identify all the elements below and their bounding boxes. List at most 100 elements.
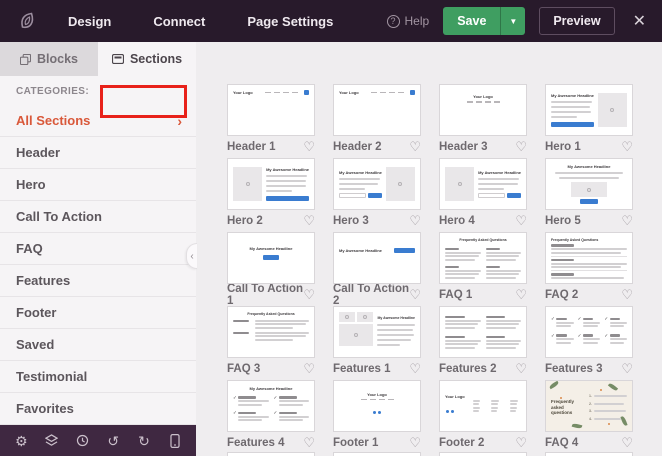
section-label: Hero 1 [545,141,581,153]
favorite-heart-icon[interactable]: ♡ [303,214,315,227]
topbar: Design Connect Page Settings ? Help Save ▼… [0,0,662,42]
mobile-preview-icon[interactable] [165,431,185,451]
sidebar-item-all-sections[interactable]: All Sections› [0,105,196,137]
settings-icon[interactable]: ⚙ [11,431,31,451]
category-label: Testimonial [16,369,87,384]
section-thumbnail-hero-1[interactable]: My Awesome Headline [545,84,633,136]
chevron-down-icon: ▼ [509,17,517,26]
tab-blocks-label: Blocks [37,52,78,66]
section-thumbnail-footer-1[interactable]: Your Logo [333,380,421,432]
favorite-heart-icon[interactable]: ♡ [303,436,315,449]
section-thumbnail-features-3[interactable]: ✓✓✓✓✓✓ [545,306,633,358]
section-label: Footer 2 [439,437,484,449]
section-item-header-2: Your Logo Header 2 ♡ [333,84,421,153]
section-thumbnail-faq-3[interactable]: Frequently Asked Questions [227,306,315,358]
section-thumbnail-call-to-action-2[interactable]: My Awesome Headline [333,232,421,284]
category-label: Call To Action [16,209,102,224]
section-library: Your Logo Header 1 ♡ Your Logo Header 2 … [196,42,662,456]
undo-icon[interactable]: ↺ [103,431,123,451]
favorite-heart-icon[interactable]: ♡ [621,140,633,153]
favorite-heart-icon[interactable]: ♡ [515,140,527,153]
builder-toolbar: ⚙ ↺ ↻ [0,425,196,456]
topnav-connect[interactable]: Connect [153,14,205,29]
favorite-heart-icon[interactable]: ♡ [621,362,633,375]
tab-sections-label: Sections [130,52,182,66]
save-dropdown-button[interactable]: ▼ [500,7,525,35]
category-label: All Sections [16,113,90,128]
favorite-heart-icon[interactable]: ♡ [515,214,527,227]
section-thumbnail-hero-5[interactable]: My Awesome Headline [545,158,633,210]
sidebar-item-testimonial[interactable]: Testimonial [0,361,196,393]
favorite-heart-icon[interactable]: ♡ [409,288,421,301]
category-label: Hero [16,177,46,192]
favorite-heart-icon[interactable]: ♡ [409,436,421,449]
section-label: Features 3 [545,363,603,375]
section-item-features-4: My Awesome Headline ✓✓✓✓ Features 4 ♡ [227,380,315,449]
section-label: Call To Action 2 [333,283,409,307]
layers-icon[interactable] [42,431,62,451]
topnav-design[interactable]: Design [68,14,111,29]
save-button[interactable]: Save [443,7,500,35]
categories-heading: CATEGORIES: [0,86,196,105]
topnav-page-settings[interactable]: Page Settings [247,14,333,29]
section-item-faq-2: Frequently Asked Questions FAQ 2 ♡ [545,232,633,301]
sidebar-item-call-to-action[interactable]: Call To Action [0,201,196,233]
tab-blocks[interactable]: Blocks [0,42,98,76]
favorite-heart-icon[interactable]: ♡ [621,288,633,301]
next-row-card-sliver [227,452,662,456]
section-label: Header 1 [227,141,276,153]
section-thumbnail-hero-2[interactable]: My Awesome Headline [227,158,315,210]
section-thumbnail-faq-4[interactable]: Frequently asked questions 1. 2. 3. 4. [545,380,633,432]
category-label: Saved [16,337,54,352]
section-label: Hero 4 [439,215,475,227]
tab-sections[interactable]: Sections [98,42,196,76]
section-item-call-to-action-1: My Awesome Headline Call To Action 1 ♡ [227,232,315,301]
favorite-heart-icon[interactable]: ♡ [409,140,421,153]
sidebar-collapse-handle[interactable]: ‹ [186,243,197,269]
section-thumbnail-hero-4[interactable]: My Awesome Headline [439,158,527,210]
sidebar-item-footer[interactable]: Footer [0,297,196,329]
favorite-heart-icon[interactable]: ♡ [409,362,421,375]
favorite-heart-icon[interactable]: ♡ [409,214,421,227]
category-label: Header [16,145,60,160]
sidebar-item-faq[interactable]: FAQ [0,233,196,265]
favorite-heart-icon[interactable]: ♡ [515,362,527,375]
section-thumbnail-features-1[interactable]: My Awesome Headline [333,306,421,358]
revision-history-icon[interactable] [73,431,93,451]
section-thumbnail-footer-2[interactable]: Your Logo [439,380,527,432]
section-thumbnail-features-2[interactable] [439,306,527,358]
section-thumbnail-header-1[interactable]: Your Logo [227,84,315,136]
section-thumbnail-header-3[interactable]: Your Logo [439,84,527,136]
workarea: Blocks Sections CATEGORIES: All Sections… [0,42,662,456]
section-thumbnail-features-4[interactable]: My Awesome Headline ✓✓✓✓ [227,380,315,432]
help-button[interactable]: ? Help [387,14,430,28]
section-item-hero-4: My Awesome Headline Hero 4 ♡ [439,158,527,227]
preview-button[interactable]: Preview [539,7,614,35]
topbar-actions: ? Help Save ▼ Preview ✕ [387,7,650,35]
section-thumbnail-faq-2[interactable]: Frequently Asked Questions [545,232,633,284]
section-item-hero-3: My Awesome Headline Hero 3 ♡ [333,158,421,227]
favorite-heart-icon[interactable]: ♡ [515,288,527,301]
favorite-heart-icon[interactable]: ♡ [303,288,315,301]
section-thumbnail-header-2[interactable]: Your Logo [333,84,421,136]
favorite-heart-icon[interactable]: ♡ [621,214,633,227]
section-thumbnail-faq-1[interactable]: Frequently Asked Questions [439,232,527,284]
favorite-heart-icon[interactable]: ♡ [303,362,315,375]
sidebar-item-hero[interactable]: Hero [0,169,196,201]
redo-icon[interactable]: ↻ [134,431,154,451]
sidebar-item-features[interactable]: Features [0,265,196,297]
section-item-hero-1: My Awesome Headline Hero 1 ♡ [545,84,633,153]
sidebar-item-favorites[interactable]: Favorites [0,393,196,425]
section-thumbnail-call-to-action-1[interactable]: My Awesome Headline [227,232,315,284]
favorite-heart-icon[interactable]: ♡ [303,140,315,153]
sidebar-item-saved[interactable]: Saved [0,329,196,361]
section-item-header-3: Your Logo Header 3 ♡ [439,84,527,153]
category-label: Features [16,273,70,288]
section-thumbnail-hero-3[interactable]: My Awesome Headline [333,158,421,210]
favorite-heart-icon[interactable]: ♡ [515,436,527,449]
favorite-heart-icon[interactable]: ♡ [621,436,633,449]
section-label: FAQ 4 [545,437,578,449]
sidebar-item-header[interactable]: Header [0,137,196,169]
close-icon[interactable]: ✕ [629,11,650,31]
section-label: Header 3 [439,141,488,153]
